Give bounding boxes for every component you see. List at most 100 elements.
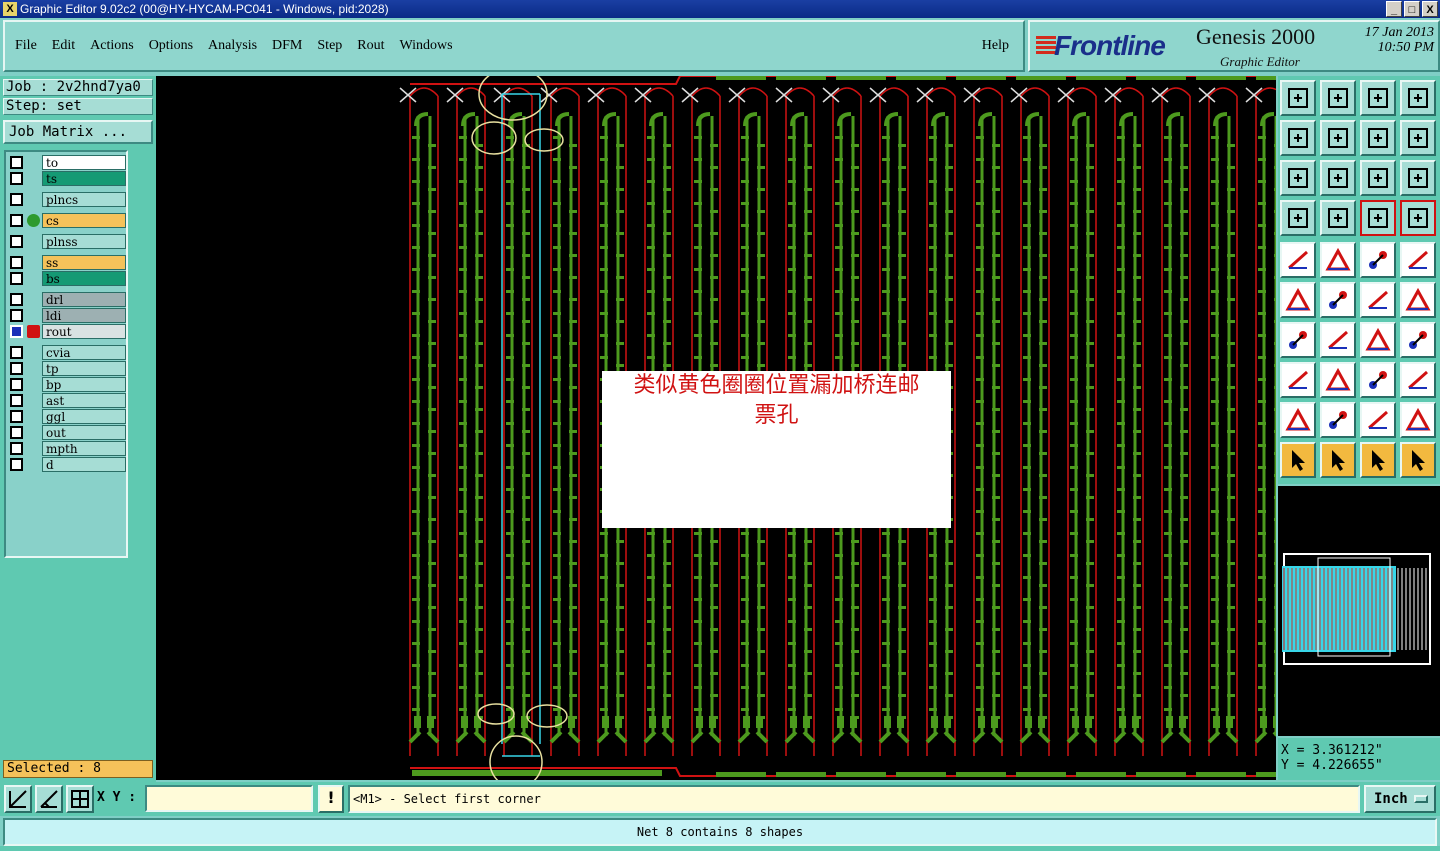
menu-help[interactable]: Help bbox=[982, 38, 1009, 54]
cross-icon[interactable] bbox=[1320, 282, 1356, 318]
cursor-tool-icon[interactable] bbox=[1280, 200, 1316, 236]
layer-name[interactable]: ts bbox=[42, 171, 126, 186]
maximize-button[interactable]: □ bbox=[1404, 1, 1420, 17]
pan-left-icon[interactable] bbox=[1280, 120, 1316, 156]
layer-row-drl[interactable]: drl bbox=[8, 292, 126, 307]
feature-icon[interactable] bbox=[1400, 322, 1436, 358]
layer-checkbox[interactable] bbox=[10, 346, 23, 359]
center-icon[interactable] bbox=[1320, 160, 1356, 196]
layer-row-ts[interactable]: ts bbox=[8, 171, 126, 186]
layer-row-bp[interactable]: bp bbox=[8, 377, 126, 392]
layer-name[interactable]: rout bbox=[42, 324, 126, 339]
layer-row-ss[interactable]: ss bbox=[8, 255, 126, 270]
draw-line-icon[interactable] bbox=[1320, 322, 1356, 358]
shape-icon[interactable] bbox=[1320, 242, 1356, 278]
layer-name[interactable]: to bbox=[42, 155, 126, 170]
snake-icon[interactable] bbox=[1400, 120, 1436, 156]
layer-row-to[interactable]: to bbox=[8, 155, 126, 170]
layer-name[interactable]: mpth bbox=[42, 441, 126, 456]
split-view-icon[interactable] bbox=[1400, 80, 1436, 116]
layer-checkbox[interactable] bbox=[10, 442, 23, 455]
layer-name[interactable]: tp bbox=[42, 361, 126, 376]
app-icon[interactable]: X bbox=[3, 2, 17, 16]
layer-row-ast[interactable]: ast bbox=[8, 393, 126, 408]
layer-row-d[interactable]: d bbox=[8, 457, 126, 472]
layer-row-ggl[interactable]: ggl bbox=[8, 409, 126, 424]
connect-icon[interactable] bbox=[1280, 282, 1316, 318]
layer-checkbox[interactable] bbox=[10, 394, 23, 407]
layer-toggle-icon[interactable] bbox=[1360, 200, 1396, 236]
layer-name[interactable]: bs bbox=[42, 271, 126, 286]
pan-right-icon[interactable] bbox=[1320, 120, 1356, 156]
select-arrow-icon[interactable] bbox=[1280, 442, 1316, 478]
layer-checkbox[interactable] bbox=[10, 325, 23, 338]
menu-dfm[interactable]: DFM bbox=[272, 38, 302, 54]
job-matrix-button[interactable]: Job Matrix ... bbox=[3, 120, 153, 144]
layer-name[interactable]: out bbox=[42, 425, 126, 440]
layer-toggle-red-icon[interactable] bbox=[1400, 200, 1436, 236]
layer-checkbox[interactable] bbox=[10, 272, 23, 285]
pad-icon[interactable] bbox=[1280, 242, 1316, 278]
triangle-3-icon[interactable] bbox=[1360, 402, 1396, 438]
layer-name[interactable]: bp bbox=[42, 377, 126, 392]
layer-name[interactable]: plncs bbox=[42, 192, 126, 207]
triangle-2-icon[interactable] bbox=[1320, 402, 1356, 438]
layer-row-plncs[interactable]: plncs bbox=[8, 192, 126, 207]
layer-checkbox[interactable] bbox=[10, 309, 23, 322]
measure-icon[interactable] bbox=[35, 785, 63, 813]
select-arrow-red-icon[interactable] bbox=[1360, 442, 1396, 478]
unit-selector[interactable]: Inch bbox=[1364, 785, 1436, 813]
layer-checkbox[interactable] bbox=[10, 172, 23, 185]
flip-icon[interactable] bbox=[1360, 120, 1396, 156]
home-icon[interactable] bbox=[1360, 80, 1396, 116]
line-point-icon[interactable] bbox=[1360, 282, 1396, 318]
help-icon[interactable] bbox=[1400, 160, 1436, 196]
layer-name[interactable]: drl bbox=[42, 292, 126, 307]
menu-file[interactable]: File bbox=[15, 38, 37, 54]
layer-checkbox[interactable] bbox=[10, 293, 23, 306]
layer-name[interactable]: plnss bbox=[42, 234, 126, 249]
layer-row-rout[interactable]: rout bbox=[8, 324, 126, 339]
layer-checkbox[interactable] bbox=[10, 256, 23, 269]
menu-rout[interactable]: Rout bbox=[357, 38, 384, 54]
minus-icon[interactable] bbox=[1320, 362, 1356, 398]
zoom-fit-icon[interactable] bbox=[1280, 160, 1316, 196]
circle-icon[interactable] bbox=[1400, 242, 1436, 278]
layer-row-out[interactable]: out bbox=[8, 425, 126, 440]
menu-actions[interactable]: Actions bbox=[90, 38, 134, 54]
layer-name[interactable]: ggl bbox=[42, 409, 126, 424]
menu-analysis[interactable]: Analysis bbox=[208, 38, 257, 54]
triangle-4-icon[interactable] bbox=[1400, 402, 1436, 438]
layer-checkbox[interactable] bbox=[10, 362, 23, 375]
graphic-canvas[interactable]: 类似黄色圈圈位置漏加桥连邮 票孔 bbox=[156, 76, 1276, 780]
menu-step[interactable]: Step bbox=[317, 38, 342, 54]
layer-name[interactable]: cvia bbox=[42, 345, 126, 360]
layer-row-ldi[interactable]: ldi bbox=[8, 308, 126, 323]
zoom-out-icon[interactable] bbox=[1320, 80, 1356, 116]
layer-checkbox[interactable] bbox=[10, 458, 23, 471]
layer-checkbox[interactable] bbox=[10, 193, 23, 206]
measure-icon[interactable] bbox=[1360, 362, 1396, 398]
xy-input[interactable] bbox=[145, 785, 313, 812]
layer-row-mpth[interactable]: mpth bbox=[8, 441, 126, 456]
overview-map[interactable] bbox=[1278, 486, 1440, 736]
menu-edit[interactable]: Edit bbox=[52, 38, 75, 54]
ruler-icon[interactable] bbox=[1360, 242, 1396, 278]
layer-checkbox[interactable] bbox=[10, 214, 23, 227]
layer-row-bs[interactable]: bs bbox=[8, 271, 126, 286]
layer-name[interactable]: ldi bbox=[42, 308, 126, 323]
node-icon[interactable] bbox=[1400, 362, 1436, 398]
select-net-icon[interactable] bbox=[1400, 442, 1436, 478]
angle-icon[interactable] bbox=[1280, 322, 1316, 358]
select-box-icon[interactable] bbox=[1320, 442, 1356, 478]
layer-checkbox[interactable] bbox=[10, 156, 23, 169]
layer-row-plnss[interactable]: plnss bbox=[8, 234, 126, 249]
layer-name[interactable]: ss bbox=[42, 255, 126, 270]
snap-icon[interactable] bbox=[4, 785, 32, 813]
layer-checkbox[interactable] bbox=[10, 426, 23, 439]
layer-row-tp[interactable]: tp bbox=[8, 361, 126, 376]
scale-1-2-icon[interactable] bbox=[1360, 160, 1396, 196]
pad-select-icon[interactable] bbox=[1280, 362, 1316, 398]
minimize-button[interactable]: _ bbox=[1386, 1, 1402, 17]
arc-icon[interactable] bbox=[1360, 322, 1396, 358]
